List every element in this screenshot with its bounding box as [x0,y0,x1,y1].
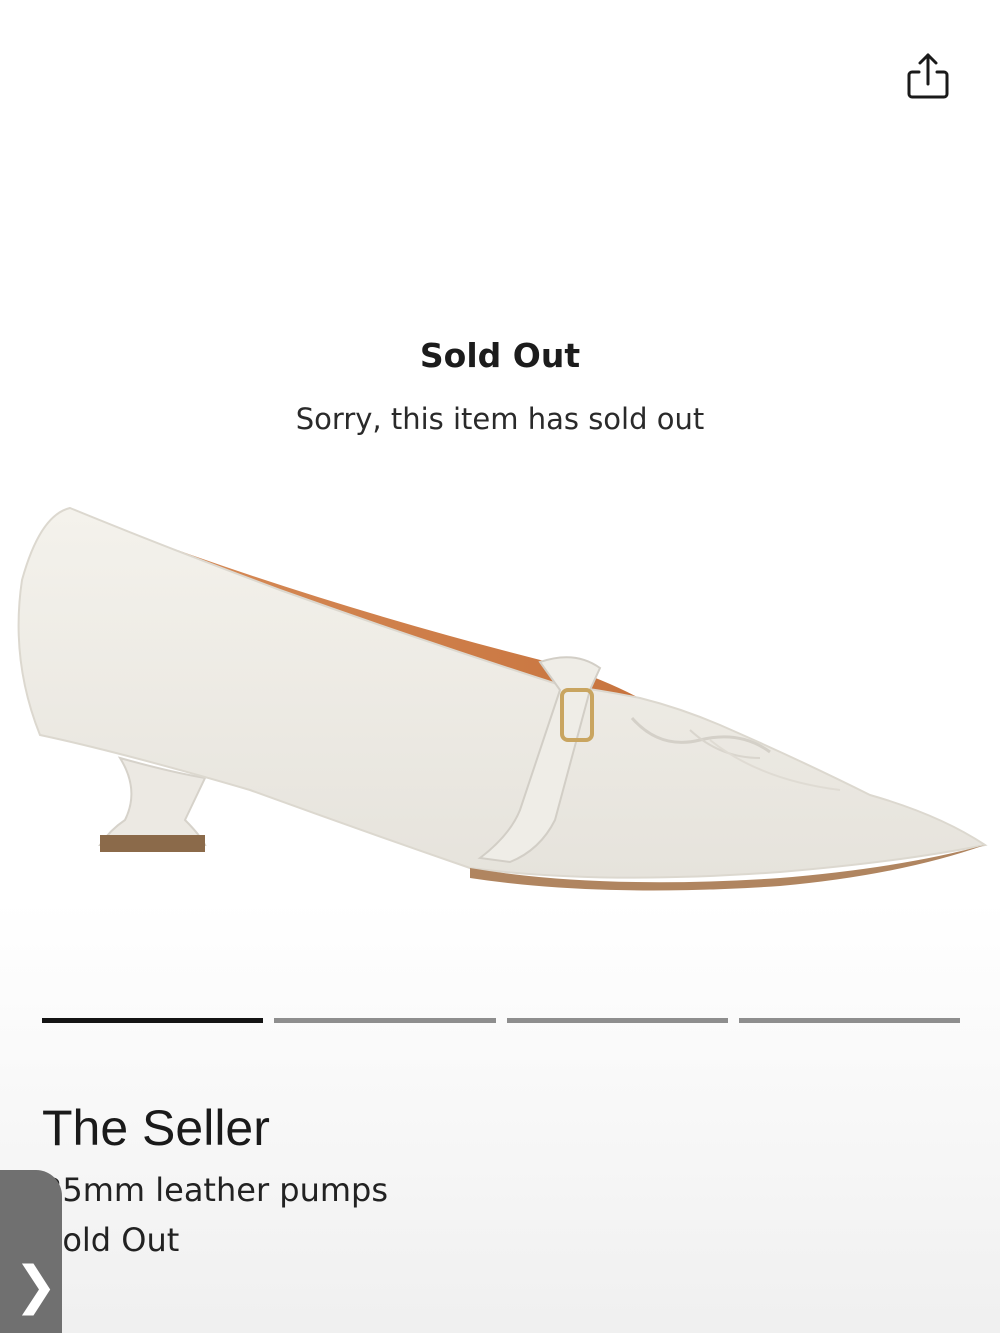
chevron-right-icon: ❯ [14,1256,58,1316]
carousel-indicator-1[interactable] [42,1018,264,1023]
carousel-indicator-4[interactable] [738,1018,960,1023]
product-info: The Seller 35mm leather pumps Sold Out [42,1098,942,1260]
sold-out-message: Sorry, this item has sold out [295,402,705,436]
side-expand-tab[interactable]: ❯ [0,1170,62,1333]
brand-name[interactable]: The Seller [42,1098,942,1158]
product-name: 35mm leather pumps [42,1171,389,1209]
product-status: Sold Out [42,1221,180,1259]
shoe-image [17,506,988,891]
image-carousel-indicators [42,1018,960,1024]
carousel-indicator-3[interactable] [506,1018,728,1023]
carousel-indicator-2[interactable] [274,1018,496,1023]
product-image[interactable] [0,490,1000,960]
product-page: Sold Out Sorry, this item has sold out T… [0,0,1000,1333]
share-icon [907,53,949,99]
sold-out-heading: Sold Out [419,336,581,375]
share-button[interactable] [898,48,958,108]
